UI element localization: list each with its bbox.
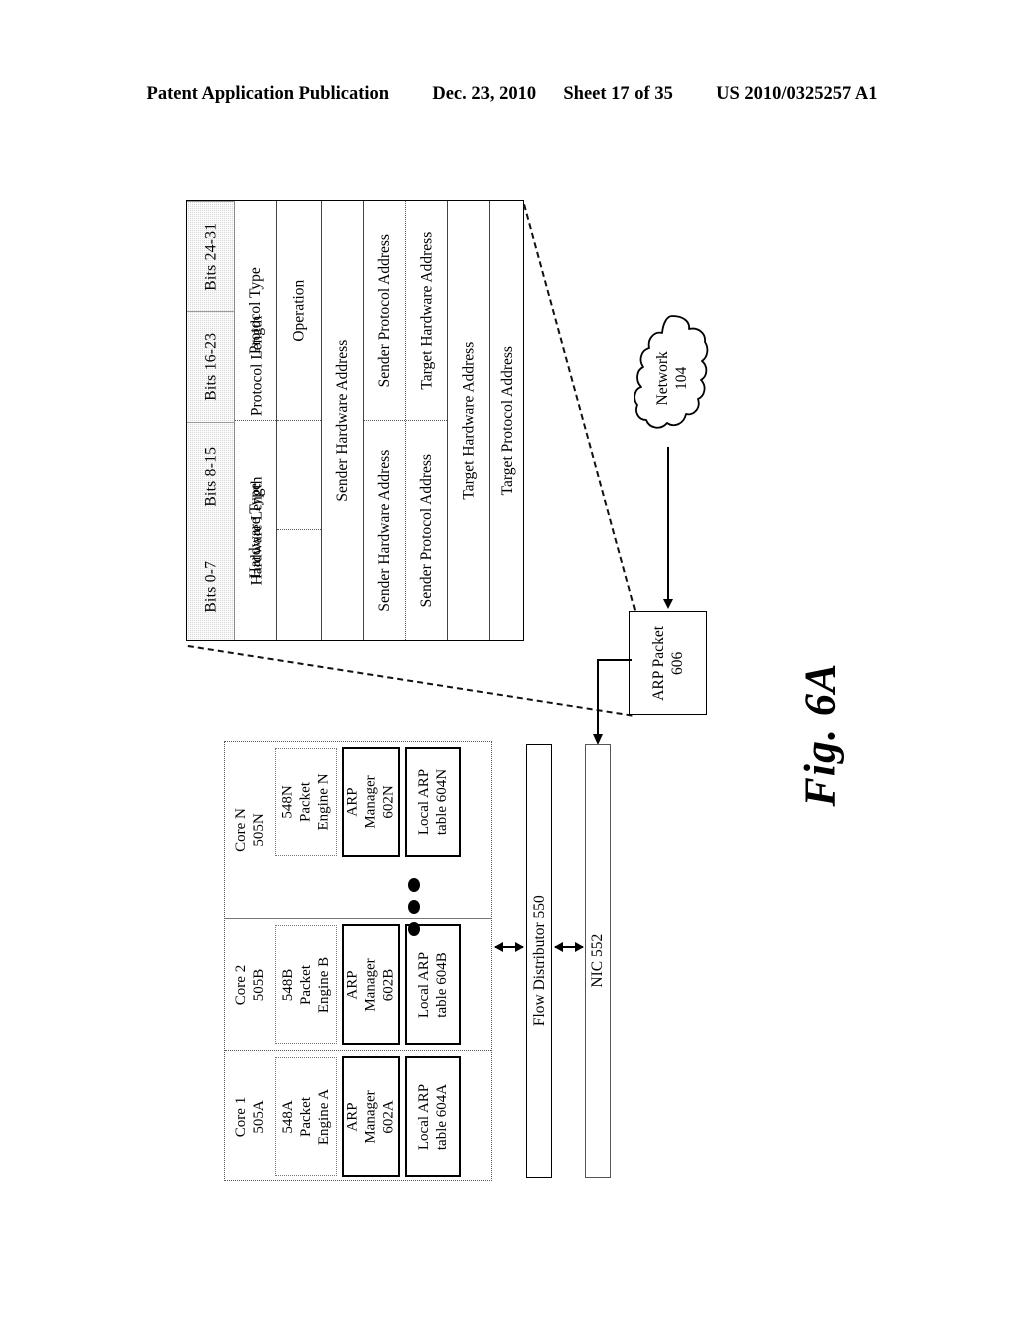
nic-bar: NIC 552: [585, 744, 611, 1178]
arp-cell-sender-protocol-address-upper: Sender Protocol Address: [364, 201, 405, 421]
arp-cell-operation: Operation: [277, 201, 321, 421]
local-arp-table-box-2: Local ARP table 604B: [405, 924, 461, 1045]
arp-cell-sender-protocol-address: Sender Protocol Address: [417, 453, 435, 607]
bits-header-cell-8-15: Bits 8-15: [187, 421, 235, 532]
arp-cell-hardware-length: [277, 421, 321, 531]
arp-table-row: Target Protocol Address: [490, 201, 525, 640]
arp-table-row: Target Hardware Address: [448, 201, 490, 640]
bits-header-cell-24-31: Bits 24-31: [187, 201, 235, 311]
ellipsis-dot: [408, 900, 420, 914]
network-cloud: Network 104: [634, 312, 710, 444]
core-label-2: Core 2 505B: [232, 964, 267, 1005]
arrow-network-to-arp-packet: [663, 447, 673, 609]
arp-cell-hardware-length-label: Hardware Length: [248, 476, 266, 586]
local-arp-table-box-n: Local ARP table 604N: [405, 747, 461, 857]
ellipsis-dot: [408, 922, 420, 936]
packet-engine-box-1: 548A Packet Engine A: [275, 1057, 337, 1176]
core-panel-n: Core N 505N 548N Packet Engine N ARP Man…: [225, 742, 491, 918]
cores-container: Core N 505N 548N Packet Engine N ARP Man…: [224, 741, 492, 1181]
bits-header-cell-0-7: Bits 0-7: [202, 560, 220, 613]
elbow-connector-horizontal: [598, 659, 632, 661]
arp-manager-box-1: ARP Manager 602A: [342, 1056, 400, 1177]
arp-cell-target-hardware-address-full: Target Hardware Address: [459, 341, 477, 500]
arp-table-row: Sender Hardware Address: [322, 201, 364, 640]
arrow-flow-distributor-to-nic: [554, 942, 584, 952]
core-panel-2: Core 2 505B 548B Packet Engine B ARP Man…: [225, 918, 491, 1050]
arp-cell-protocol-length-label: Protocol Length: [248, 315, 266, 417]
arrow-cores-to-flow-distributor: [494, 942, 524, 952]
core-ellipsis: [408, 878, 424, 938]
figure-6a-canvas: Bits 0-7 Bits 8-15 Bits 16-23 Bits 24-31…: [0, 0, 1024, 1320]
packet-engine-box-2: 548B Packet Engine B: [275, 925, 337, 1044]
ellipsis-dot: [408, 878, 420, 892]
local-arp-table-box-1: Local ARP table 604A: [405, 1056, 461, 1177]
core-label-1: Core 1 505A: [232, 1096, 267, 1137]
arp-cell-sender-hardware-address-full: Sender Hardware Address: [333, 339, 351, 502]
bits-header-cell-16-23: Bits 16-23: [187, 311, 235, 421]
arp-cell-hardware-length-wrap: [277, 530, 321, 640]
arp-cell-sender-hardware-address: Sender Hardware Address: [375, 449, 393, 612]
packet-engine-box-n: 548N Packet Engine N: [275, 748, 337, 856]
arp-table-row: Sender Hardware Address Sender Protocol …: [364, 201, 406, 640]
elbow-connector-vertical-arrow: [593, 659, 603, 745]
arp-cell-target-hardware-address-upper: Target Hardware Address: [406, 201, 447, 421]
leader-line-top: [523, 204, 637, 611]
arp-table-row: Sender Protocol Address Target Hardware …: [406, 201, 448, 640]
figure-label: Fig. 6A: [795, 663, 845, 807]
core-panel-1: Core 1 505A 548A Packet Engine A ARP Man…: [225, 1050, 491, 1182]
flow-distributor-bar: Flow Distributor 550: [526, 744, 552, 1178]
arp-manager-box-2: ARP Manager 602B: [342, 924, 400, 1045]
network-cloud-label: Network 104: [653, 350, 690, 406]
arp-table-row: Operation: [277, 201, 322, 640]
arp-manager-box-n: ARP Manager 602N: [342, 747, 400, 857]
arp-cell-target-protocol-address-full: Target Protocol Address: [498, 345, 516, 496]
arp-table-bits-header: Bits 0-7 Bits 8-15 Bits 16-23 Bits 24-31: [187, 201, 235, 640]
arp-packet-box: ARP Packet 606: [629, 611, 707, 715]
leader-line-bottom: [187, 645, 633, 717]
core-label-n: Core N 505N: [233, 808, 267, 852]
